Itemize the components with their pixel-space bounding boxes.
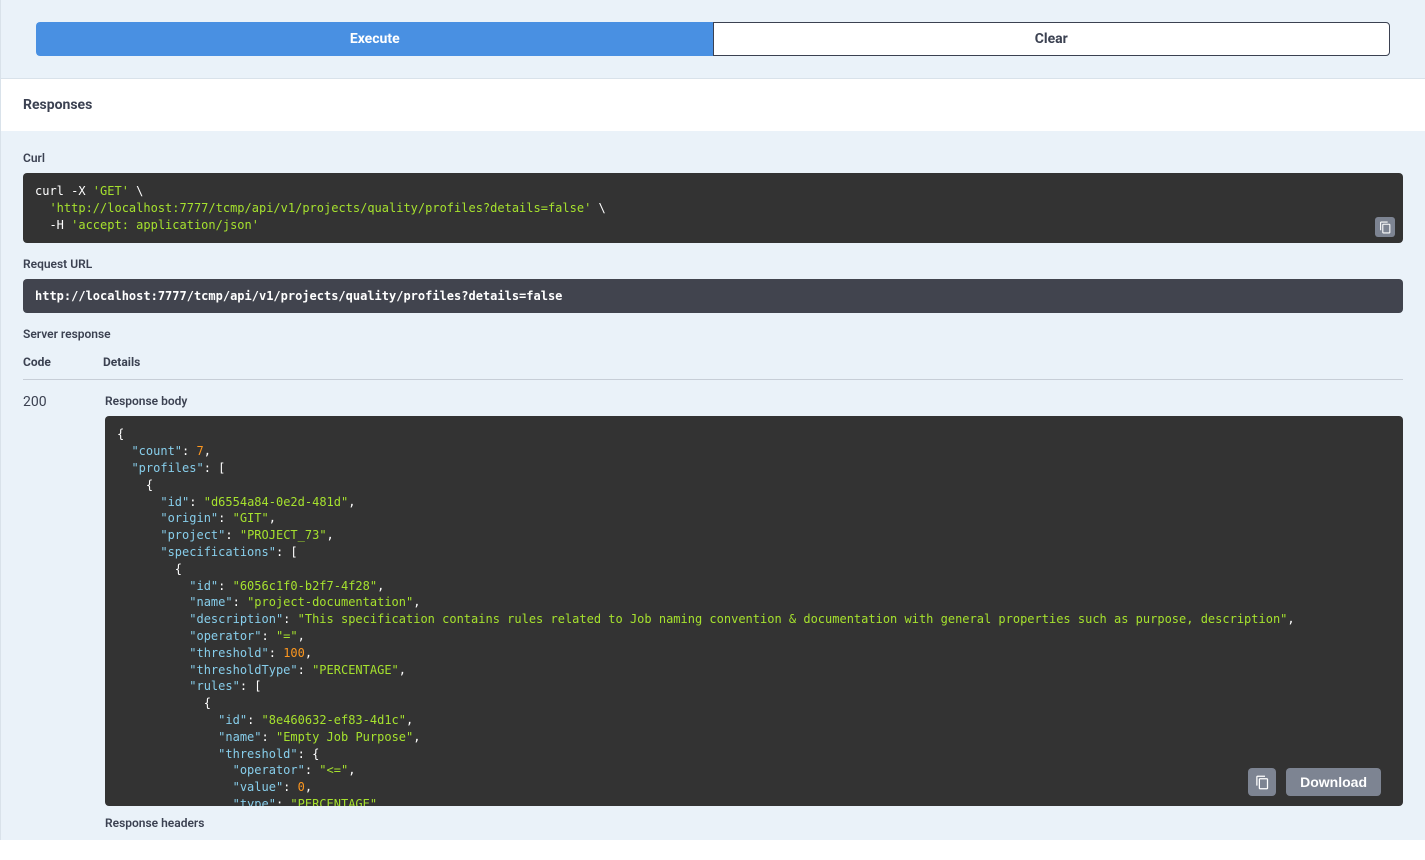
button-row: Execute Clear [36,22,1390,56]
response-body-wrapper: { "count": 7, "profiles": [ { "id": "d65… [105,416,1403,806]
request-url-block: http://localhost:7777/tcmp/api/v1/projec… [23,279,1403,313]
action-buttons-section: Execute Clear [1,0,1425,78]
response-actions: Download [1248,768,1381,796]
responses-title: Responses [23,97,1403,113]
response-table: Code Details 200 Response body { "count"… [23,355,1403,830]
responses-header: Responses [1,78,1425,131]
curl-text: 'http://localhost:7777/tcmp/api/v1/proje… [49,201,591,215]
response-body-label: Response body [105,394,1403,408]
details-column: Response body { "count": 7, "profiles": … [105,394,1403,830]
details-column-header: Details [103,355,140,369]
code-column-header: Code [23,355,103,369]
response-details-section: Curl curl -X 'GET' \ 'http://localhost:7… [1,131,1425,840]
response-header-row: Code Details [23,355,1403,380]
curl-text: 'accept: application/json' [71,218,259,232]
response-code: 200 [23,394,105,830]
curl-text: 'GET' [93,184,129,198]
download-button[interactable]: Download [1286,768,1381,796]
curl-text: \ [129,184,143,198]
response-data-row: 200 Response body { "count": 7, "profile… [23,394,1403,830]
curl-code-block: curl -X 'GET' \ 'http://localhost:7777/t… [23,173,1403,243]
main-container: Execute Clear Responses Curl curl -X 'GE… [0,0,1425,840]
clipboard-icon [1379,221,1392,234]
curl-text: \ [591,201,605,215]
copy-curl-button[interactable] [1375,217,1395,237]
clear-button[interactable]: Clear [713,22,1391,56]
curl-text [35,201,49,215]
server-response-label: Server response [23,327,1403,341]
request-url-label: Request URL [23,257,1403,271]
response-headers-label: Response headers [105,816,1403,830]
copy-response-button[interactable] [1248,768,1276,796]
curl-label: Curl [23,151,1403,165]
execute-button[interactable]: Execute [36,22,713,56]
clipboard-icon [1255,775,1270,790]
response-body-block[interactable]: { "count": 7, "profiles": [ { "id": "d65… [105,416,1403,806]
curl-text: -H [35,218,71,232]
curl-text: curl -X [35,184,93,198]
